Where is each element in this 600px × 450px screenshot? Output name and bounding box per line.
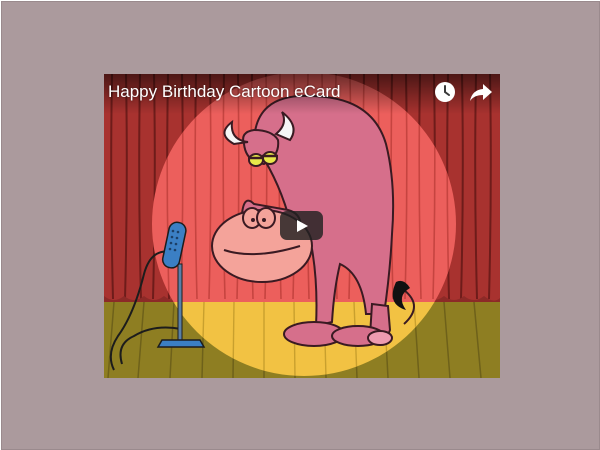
video-title[interactable]: Happy Birthday Cartoon eCard: [108, 82, 340, 102]
page-background: Happy Birthday Cartoon eCard: [1, 1, 600, 450]
clock-icon: [435, 82, 455, 102]
play-icon: [297, 220, 308, 232]
share-button[interactable]: [468, 80, 494, 104]
share-arrow-icon: [470, 84, 492, 101]
video-player[interactable]: Happy Birthday Cartoon eCard: [104, 74, 500, 378]
watch-later-button[interactable]: [433, 80, 457, 104]
video-title-bar: Happy Birthday Cartoon eCard: [104, 74, 500, 114]
play-button[interactable]: [280, 211, 323, 240]
